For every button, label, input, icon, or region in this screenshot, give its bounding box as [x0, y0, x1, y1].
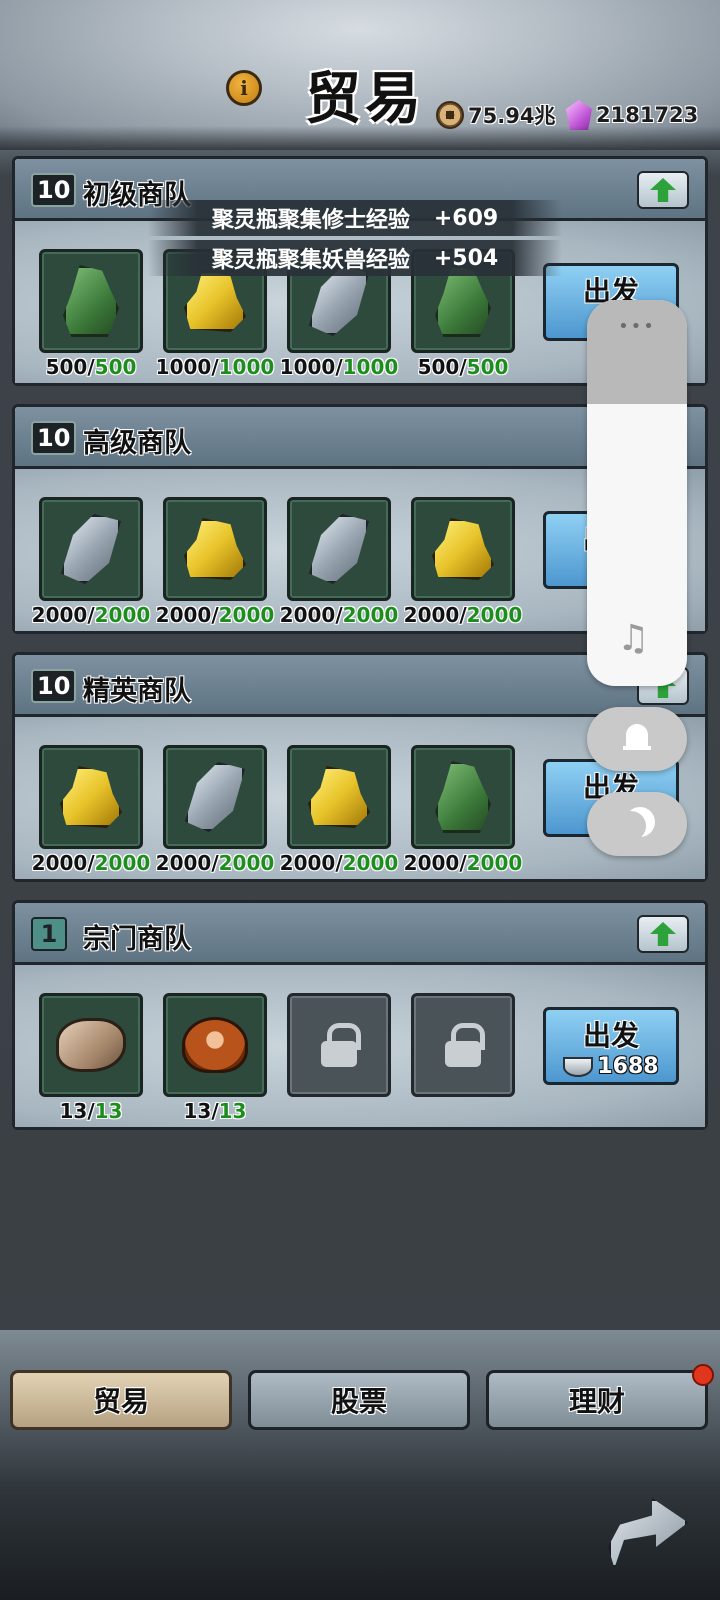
item-count: 1000/1000	[279, 355, 399, 379]
spirit-gem-icon	[566, 100, 592, 130]
item-count: 2000/2000	[279, 603, 399, 627]
header: i 贸易 75.94兆 2181723	[0, 0, 720, 150]
music-icon[interactable]: ♫	[617, 618, 649, 659]
caravan-name: 高级商队	[83, 428, 191, 459]
info-icon[interactable]: i	[226, 70, 262, 106]
item-count: 2000/2000	[155, 851, 275, 875]
do-not-disturb-toggle[interactable]	[587, 792, 687, 856]
stone-material-icon	[56, 1018, 126, 1072]
locked-slot	[411, 993, 515, 1097]
floating-control-panel[interactable]: ••• ♫	[587, 300, 687, 686]
iron-ore-icon	[185, 762, 245, 832]
notification-toggle[interactable]	[587, 707, 687, 771]
lock-icon	[445, 1023, 485, 1067]
item-slot[interactable]	[39, 993, 143, 1097]
iron-ore-icon	[61, 514, 121, 584]
item-count: 13/13	[59, 1099, 123, 1123]
more-dots-icon: •••	[618, 316, 656, 337]
depart-cost: 1688	[597, 1054, 659, 1079]
item-count: 2000/2000	[403, 603, 523, 627]
moon-icon	[616, 811, 646, 841]
item-slot[interactable]	[39, 745, 143, 849]
toast-notification: 聚灵瓶聚集妖兽经验 +504	[148, 240, 562, 276]
notification-dot	[692, 1364, 714, 1386]
tab-finance[interactable]: 理财	[486, 1370, 708, 1430]
caravan-panel-sect: 1 宗门商队 13/13 13/13 出发 1688	[12, 900, 708, 1130]
gold-ore-icon	[60, 766, 122, 828]
green-ore-icon	[63, 265, 119, 337]
page-title: 贸易	[305, 66, 425, 132]
gold-ore-icon	[308, 766, 370, 828]
locked-slot	[287, 993, 391, 1097]
lock-icon	[321, 1023, 361, 1067]
caravan-level: 1	[31, 917, 67, 951]
item-slot[interactable]	[411, 497, 515, 601]
item-count: 2000/2000	[279, 851, 399, 875]
item-count: 2000/2000	[155, 603, 275, 627]
item-count: 13/13	[183, 1099, 247, 1123]
item-count: 2000/2000	[31, 851, 151, 875]
item-slot[interactable]	[39, 497, 143, 601]
caravan-level: 10	[31, 421, 77, 455]
panel-handle[interactable]: •••	[587, 300, 687, 404]
item-slot[interactable]	[287, 745, 391, 849]
item-count: 500/500	[45, 355, 137, 379]
lingzhi-herb-icon	[182, 1017, 248, 1073]
item-slot[interactable]	[163, 745, 267, 849]
panel-header: 1 宗门商队	[15, 903, 705, 965]
back-arrow-icon[interactable]	[600, 1480, 690, 1570]
gold-ore-icon	[184, 270, 246, 332]
copper-coin-icon	[436, 101, 464, 129]
tab-trade[interactable]: 贸易	[10, 1370, 232, 1430]
item-count: 2000/2000	[31, 603, 151, 627]
iron-ore-icon	[309, 266, 369, 336]
item-slot[interactable]	[163, 993, 267, 1097]
item-count: 2000/2000	[403, 851, 523, 875]
gem-amount: 2181723	[596, 103, 699, 127]
copper-currency: 75.94兆	[436, 100, 555, 130]
item-slot[interactable]	[39, 249, 143, 353]
item-slot[interactable]	[411, 745, 515, 849]
item-slot[interactable]	[287, 497, 391, 601]
caravan-level: 10	[31, 669, 77, 703]
caravan-name: 精英商队	[83, 676, 191, 707]
upgrade-button[interactable]	[637, 915, 689, 953]
gem-currency: 2181723	[566, 100, 698, 130]
up-arrow-icon	[650, 922, 676, 946]
green-ore-icon	[435, 761, 491, 833]
up-arrow-icon	[650, 178, 676, 202]
copper-amount: 75.94兆	[468, 104, 556, 128]
item-slot[interactable]	[163, 497, 267, 601]
item-count: 500/500	[417, 355, 509, 379]
depart-button[interactable]: 出发 1688	[543, 1007, 679, 1085]
toast-notification: 聚灵瓶聚集修士经验 +609	[148, 200, 562, 236]
caravan-name: 宗门商队	[83, 924, 191, 955]
iron-ore-icon	[309, 514, 369, 584]
gold-ore-icon	[184, 518, 246, 580]
tab-stocks[interactable]: 股票	[248, 1370, 470, 1430]
item-count: 1000/1000	[155, 355, 275, 379]
silver-ingot-icon	[563, 1056, 594, 1077]
caravan-level: 10	[31, 173, 77, 207]
bell-icon	[623, 724, 651, 754]
upgrade-button[interactable]	[637, 171, 689, 209]
gold-ore-icon	[432, 518, 494, 580]
